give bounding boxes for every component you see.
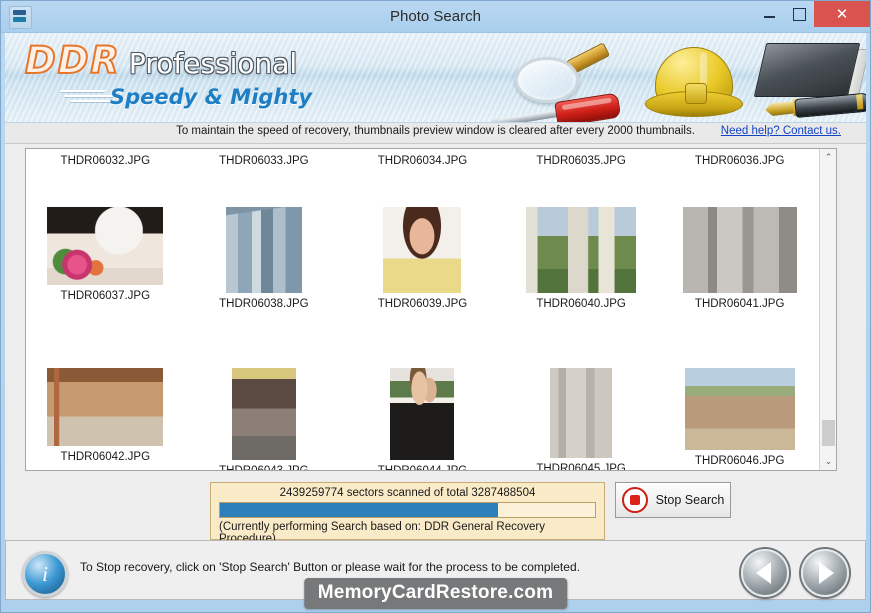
thumbnail-label: THDR06041.JPG <box>695 298 784 310</box>
thumbnail-cell[interactable]: THDR06038.JPG <box>185 207 344 352</box>
window-title: Photo Search <box>1 1 870 32</box>
thumbnail-cell[interactable]: THDR06034.JPG <box>343 155 502 167</box>
thumbnail-cell[interactable]: THDR06035.JPG <box>502 155 661 167</box>
thumbnail-label: THDR06045.JPG <box>536 463 625 471</box>
maximize-icon <box>793 8 806 21</box>
thumbnail-image[interactable] <box>685 368 795 450</box>
thumbnail-label: THDR06042.JPG <box>61 451 150 463</box>
speed-lines-icon <box>60 90 116 105</box>
contact-us-link[interactable]: Need help? Contact us. <box>721 125 841 137</box>
thumbnail-row: THDR06042.JPG THDR06043.JPG THDR06044.JP… <box>26 352 819 471</box>
thumbnail-cell[interactable]: THDR06044.JPG <box>343 368 502 471</box>
title-bar: Photo Search ✕ <box>1 1 870 33</box>
maximize-button[interactable] <box>784 1 814 27</box>
thumbnail-image[interactable] <box>550 368 612 458</box>
scrollbar-thumb[interactable] <box>822 420 835 446</box>
progress-panel: 2439259774 sectors scanned of total 3287… <box>210 482 605 540</box>
thumbnail-grid: THDR06032.JPG THDR06033.JPG THDR06034.JP… <box>26 149 819 470</box>
progress-bar-fill <box>220 503 498 517</box>
thumbnail-label: THDR06036.JPG <box>695 155 784 167</box>
thumbnail-label: THDR06046.JPG <box>695 455 784 467</box>
thumbnail-cell[interactable]: THDR06045.JPG <box>502 368 661 471</box>
status-text: To Stop recovery, click on 'Stop Search'… <box>80 560 580 574</box>
thumbnail-image[interactable] <box>526 207 636 293</box>
magnifier-icon <box>515 49 601 101</box>
progress-title: 2439259774 sectors scanned of total 3287… <box>219 487 596 499</box>
thumbnail-cell[interactable]: THDR06033.JPG <box>185 155 344 167</box>
thumbnail-row: THDR06032.JPG THDR06033.JPG THDR06034.JP… <box>26 149 819 193</box>
thumbnail-scrollbar[interactable]: ⌃ ⌄ <box>819 149 836 470</box>
stop-icon <box>622 487 648 513</box>
hard-hat-icon <box>645 47 741 121</box>
main-content: THDR06032.JPG THDR06033.JPG THDR06034.JP… <box>5 144 866 579</box>
thumbnail-image[interactable] <box>683 207 797 293</box>
thumbnail-row: THDR06037.JPG THDR06038.JPG THDR06039.JP… <box>26 193 819 352</box>
scroll-up-icon[interactable]: ⌃ <box>820 149 837 166</box>
thumbnail-image[interactable] <box>47 368 163 446</box>
brand-name: DDR <box>25 39 121 82</box>
next-button[interactable] <box>801 549 849 597</box>
thumbnail-label: THDR06037.JPG <box>61 290 150 302</box>
back-button[interactable] <box>741 549 789 597</box>
brand-tagline: Speedy & Mighty <box>110 85 312 109</box>
arrow-right-icon <box>819 562 834 584</box>
brand-banner: DDRProfessional Speedy & Mighty <box>5 33 866 123</box>
thumbnail-cell[interactable]: THDR06036.JPG <box>660 155 819 167</box>
progress-bar <box>219 502 596 518</box>
thumbnail-cell[interactable]: THDR06046.JPG <box>660 368 819 471</box>
window-controls: ✕ <box>754 1 870 32</box>
thumbnail-label: THDR06044.JPG <box>378 465 467 471</box>
thumbnail-cell[interactable]: THDR06041.JPG <box>660 207 819 352</box>
thumbnail-cell[interactable]: THDR06037.JPG <box>26 207 185 352</box>
watermark: MemoryCardRestore.com <box>304 578 567 609</box>
thumbnail-cell[interactable]: THDR06043.JPG <box>185 368 344 471</box>
thumbnail-image[interactable] <box>232 368 296 460</box>
close-button[interactable]: ✕ <box>814 1 870 27</box>
stop-search-label: Stop Search <box>656 493 725 507</box>
thumbnail-label: THDR06038.JPG <box>219 298 308 310</box>
thumbnail-image[interactable] <box>383 207 461 293</box>
stop-search-button[interactable]: Stop Search <box>615 482 731 518</box>
application-window: Photo Search ✕ DDRProfessional Speedy & … <box>0 0 871 613</box>
thumbnail-label: THDR06040.JPG <box>536 298 625 310</box>
thumbnail-label: THDR06034.JPG <box>378 155 467 167</box>
thumbnail-label: THDR06035.JPG <box>536 155 625 167</box>
minimize-icon <box>764 16 775 18</box>
thumbnail-cell[interactable]: THDR06039.JPG <box>343 207 502 352</box>
info-strip: To maintain the speed of recovery, thumb… <box>5 123 866 144</box>
thumbnail-label: THDR06039.JPG <box>378 298 467 310</box>
minimize-button[interactable] <box>754 1 784 27</box>
brand-suffix: Professional <box>129 47 297 80</box>
thumbnail-label: THDR06032.JPG <box>61 155 150 167</box>
scroll-down-icon[interactable]: ⌄ <box>820 453 837 470</box>
thumbnail-cell[interactable]: THDR06040.JPG <box>502 207 661 352</box>
thumbnail-preview-panel: THDR06032.JPG THDR06033.JPG THDR06034.JP… <box>25 148 837 471</box>
thumbnail-label: THDR06033.JPG <box>219 155 308 167</box>
arrow-left-icon <box>756 562 771 584</box>
thumbnail-image[interactable] <box>226 207 302 293</box>
thumbnail-label: THDR06043.JPG <box>219 465 308 471</box>
thumbnail-image[interactable] <box>47 207 163 285</box>
brand-logo: DDRProfessional <box>25 39 297 82</box>
thumbnail-image[interactable] <box>390 368 454 460</box>
thumbnail-cell[interactable]: THDR06032.JPG <box>26 155 185 167</box>
thumbnail-cell[interactable]: THDR06042.JPG <box>26 368 185 471</box>
info-icon: i <box>22 551 68 597</box>
